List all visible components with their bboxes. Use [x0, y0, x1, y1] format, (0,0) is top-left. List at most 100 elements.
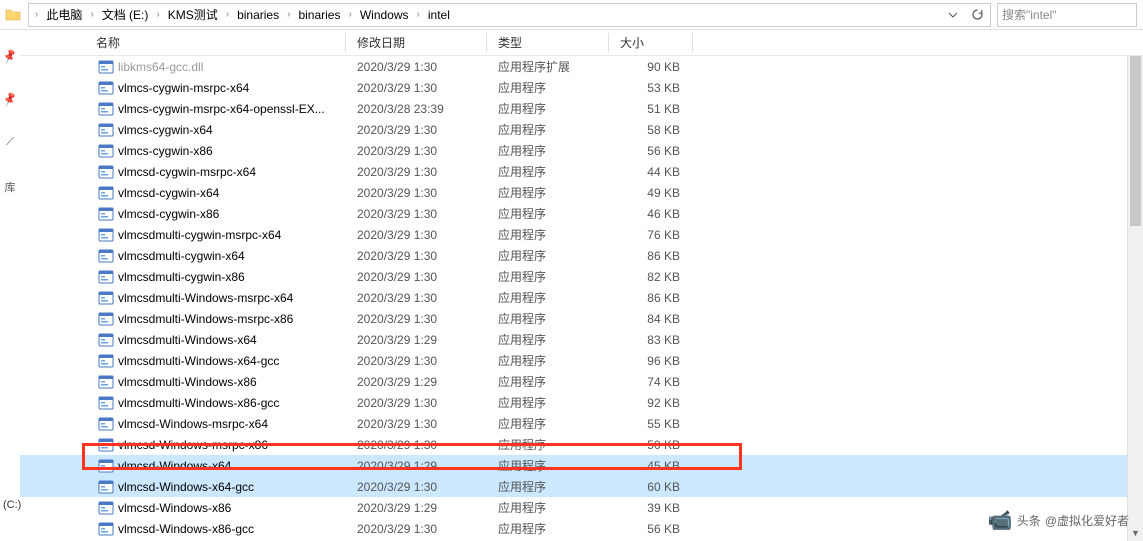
file-row[interactable]: vlmcsd-Windows-x86-gcc2020/3/29 1:30应用程序… [20, 518, 1143, 539]
column-type[interactable]: 类型 [498, 34, 522, 51]
file-row[interactable]: vlmcs-cygwin-x642020/3/29 1:30应用程序58 KB [20, 119, 1143, 140]
file-row[interactable]: vlmcsd-Windows-msrpc-x642020/3/29 1:30应用… [20, 413, 1143, 434]
file-row[interactable]: vlmcsdmulti-Windows-x64-gcc2020/3/29 1:3… [20, 350, 1143, 371]
file-type: 应用程序 [498, 100, 546, 117]
file-date: 2020/3/29 1:30 [357, 60, 437, 74]
file-size: 92 KB [620, 396, 680, 410]
chevron-right-icon[interactable]: › [285, 9, 292, 20]
pin-icon[interactable]: 📌 [1, 91, 18, 108]
file-row[interactable]: vlmcsdmulti-Windows-x86-gcc2020/3/29 1:3… [20, 392, 1143, 413]
chevron-right-icon[interactable]: › [154, 9, 161, 20]
column-name[interactable]: 名称 [96, 34, 120, 51]
file-type: 应用程序 [498, 289, 546, 306]
file-type: 应用程序 [498, 499, 546, 516]
file-name: libkms64-gcc.dll [118, 60, 203, 74]
file-type: 应用程序 [498, 520, 546, 537]
watermark: 📹 头条 @虚拟化爱好者 [988, 508, 1129, 533]
breadcrumb-box[interactable]: › 此电脑›文档 (E:)›KMS测试›binaries›binaries›Wi… [28, 3, 991, 27]
file-row[interactable]: vlmcsd-Windows-x64-gcc2020/3/29 1:30应用程序… [20, 476, 1143, 497]
file-row[interactable]: vlmcsdmulti-cygwin-x862020/3/29 1:30应用程序… [20, 266, 1143, 287]
file-list[interactable]: libkms64-gcc.dll2020/3/29 1:30应用程序扩展90 K… [20, 56, 1143, 541]
file-date: 2020/3/29 1:30 [357, 522, 437, 536]
exe-icon [98, 332, 114, 348]
file-row[interactable]: vlmcsdmulti-Windows-msrpc-x642020/3/29 1… [20, 287, 1143, 308]
breadcrumb-item[interactable]: binaries [292, 6, 346, 24]
exe-icon [98, 80, 114, 96]
exe-icon [98, 521, 114, 537]
breadcrumb-item[interactable]: intel [422, 6, 456, 24]
file-size: 76 KB [620, 228, 680, 242]
file-date: 2020/3/29 1:30 [357, 354, 437, 368]
sidebar-item[interactable]: ⟋ [6, 136, 14, 149]
pin-icon[interactable]: 📌 [1, 48, 18, 65]
exe-icon [98, 479, 114, 495]
file-size: 45 KB [620, 459, 680, 473]
column-date[interactable]: 修改日期 [357, 34, 405, 51]
breadcrumb-item[interactable]: Windows [354, 6, 415, 24]
file-date: 2020/3/29 1:30 [357, 165, 437, 179]
vertical-scrollbar[interactable]: ▲ ▼ [1127, 30, 1143, 541]
sidebar-library[interactable]: 库 [5, 179, 16, 195]
chevron-right-icon[interactable]: › [415, 9, 422, 20]
file-row[interactable]: vlmcsdmulti-Windows-x642020/3/29 1:29应用程… [20, 329, 1143, 350]
column-size[interactable]: 大小 [620, 34, 644, 51]
file-type: 应用程序 [498, 478, 546, 495]
file-name: vlmcsd-cygwin-x64 [118, 186, 219, 200]
refresh-icon[interactable] [966, 5, 988, 25]
column-headers: 名称 修改日期 类型 大小 [20, 30, 1143, 56]
file-row[interactable]: vlmcs-cygwin-x862020/3/29 1:30应用程序56 KB [20, 140, 1143, 161]
breadcrumb-item[interactable]: binaries [231, 6, 285, 24]
file-row[interactable]: vlmcs-cygwin-msrpc-x642020/3/29 1:30应用程序… [20, 77, 1143, 98]
file-row[interactable]: libkms64-gcc.dll2020/3/29 1:30应用程序扩展90 K… [20, 56, 1143, 77]
chevron-right-icon[interactable]: › [224, 9, 231, 20]
chevron-right-icon[interactable]: › [33, 9, 40, 20]
file-name: vlmcsdmulti-Windows-msrpc-x86 [118, 312, 293, 326]
breadcrumb-item[interactable]: 此电脑 [40, 4, 88, 25]
breadcrumb-item[interactable]: KMS测试 [162, 4, 224, 25]
exe-icon [98, 500, 114, 516]
file-row[interactable]: vlmcsdmulti-Windows-msrpc-x862020/3/29 1… [20, 308, 1143, 329]
file-size: 56 KB [620, 144, 680, 158]
exe-icon [98, 143, 114, 159]
exe-icon [98, 458, 114, 474]
file-size: 58 KB [620, 123, 680, 137]
exe-icon [98, 122, 114, 138]
file-size: 39 KB [620, 501, 680, 515]
file-row[interactable]: vlmcsd-cygwin-x862020/3/29 1:30应用程序46 KB [20, 203, 1143, 224]
file-row[interactable]: vlmcs-cygwin-msrpc-x64-openssl-EX...2020… [20, 98, 1143, 119]
file-row[interactable]: vlmcsd-cygwin-x642020/3/29 1:30应用程序49 KB [20, 182, 1143, 203]
file-size: 53 KB [620, 81, 680, 95]
file-name: vlmcs-cygwin-msrpc-x64-openssl-EX... [118, 102, 325, 116]
file-row[interactable]: vlmcsdmulti-cygwin-msrpc-x642020/3/29 1:… [20, 224, 1143, 245]
file-size: 44 KB [620, 165, 680, 179]
file-date: 2020/3/29 1:30 [357, 249, 437, 263]
disk-label[interactable]: (C:) [0, 499, 21, 511]
file-type: 应用程序 [498, 310, 546, 327]
search-placeholder: 搜索"intel" [1002, 6, 1057, 23]
history-dropdown-icon[interactable] [942, 5, 964, 25]
file-date: 2020/3/29 1:30 [357, 144, 437, 158]
file-row[interactable]: vlmcsdmulti-Windows-x862020/3/29 1:29应用程… [20, 371, 1143, 392]
file-name: vlmcsdmulti-Windows-x86 [118, 375, 257, 389]
file-size: 84 KB [620, 312, 680, 326]
address-toolbar: › 此电脑›文档 (E:)›KMS测试›binaries›binaries›Wi… [0, 0, 1143, 30]
breadcrumb-item[interactable]: 文档 (E:) [96, 4, 155, 25]
scroll-down-icon[interactable]: ▼ [1128, 525, 1143, 541]
file-row[interactable]: vlmcsd-Windows-x862020/3/29 1:29应用程序39 K… [20, 497, 1143, 518]
file-name: vlmcsd-Windows-msrpc-x86 [118, 438, 268, 452]
file-size: 96 KB [620, 354, 680, 368]
exe-icon [98, 227, 114, 243]
search-input[interactable]: 搜索"intel" [997, 3, 1137, 27]
chevron-right-icon[interactable]: › [88, 9, 95, 20]
chevron-right-icon[interactable]: › [346, 9, 353, 20]
file-size: 90 KB [620, 60, 680, 74]
exe-icon [98, 311, 114, 327]
file-row[interactable]: vlmcsd-cygwin-msrpc-x642020/3/29 1:30应用程… [20, 161, 1143, 182]
file-name: vlmcsd-Windows-msrpc-x64 [118, 417, 268, 431]
file-date: 2020/3/29 1:30 [357, 417, 437, 431]
file-row[interactable]: vlmcsdmulti-cygwin-x642020/3/29 1:30应用程序… [20, 245, 1143, 266]
exe-icon [98, 416, 114, 432]
file-row[interactable]: vlmcsd-Windows-x642020/3/29 1:29应用程序45 K… [20, 455, 1143, 476]
file-row[interactable]: vlmcsd-Windows-msrpc-x862020/3/29 1:30应用… [20, 434, 1143, 455]
scrollbar-thumb[interactable] [1130, 56, 1141, 226]
